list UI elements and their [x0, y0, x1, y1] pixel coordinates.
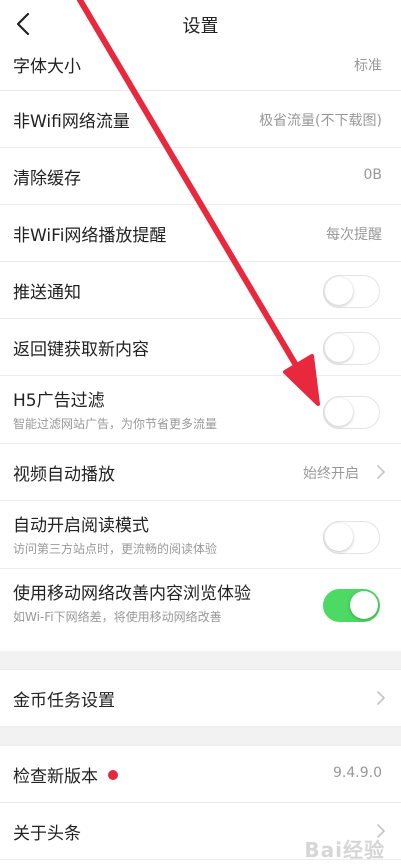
setting-label: 非WiFi网络播放提醒 — [13, 226, 167, 246]
setting-label: 检查新版本 — [13, 762, 118, 787]
section-divider — [0, 727, 401, 746]
new-version-badge — [108, 770, 118, 780]
nav-bar: 设置 — [0, 0, 401, 48]
setting-label: 推送通知 — [13, 283, 81, 303]
toggle-knob — [350, 591, 378, 619]
chevron-right-icon — [377, 691, 385, 705]
setting-non-wifi-traffic[interactable]: 非Wifi网络流量 极省流量(不下载图) — [0, 91, 401, 148]
setting-value: 每次提醒 — [326, 227, 382, 243]
setting-value: 极省流量(不下载图) — [259, 113, 382, 129]
setting-value: 0B — [363, 167, 382, 183]
setting-font-size[interactable]: 字体大小 标准 — [0, 48, 401, 91]
setting-h5-ad-filter: H5广告过滤 智能过滤网站广告，为你节省更多流量 — [0, 376, 401, 444]
back-key-refresh-toggle[interactable] — [323, 332, 380, 365]
setting-check-update[interactable]: 检查新版本 9.4.9.0 — [0, 746, 401, 803]
setting-back-key-refresh: 返回键获取新内容 — [0, 319, 401, 376]
setting-video-autoplay[interactable]: 视频自动播放 始终开启 — [0, 444, 401, 501]
toggle-knob — [325, 277, 353, 305]
setting-label: 金币任务设置 — [13, 691, 115, 711]
setting-description: 如Wi-Fi下网络差，将使用移动网络改善 — [13, 610, 222, 624]
setting-non-wifi-play-reminder[interactable]: 非WiFi网络播放提醒 每次提醒 — [0, 205, 401, 262]
setting-coin-tasks[interactable]: 金币任务设置 — [0, 670, 401, 727]
setting-label: 非Wifi网络流量 — [13, 112, 130, 132]
setting-clear-cache[interactable]: 清除缓存 0B — [0, 148, 401, 205]
setting-label: 清除缓存 — [13, 169, 81, 189]
version-value: 9.4.9.0 — [333, 765, 382, 781]
check-update-label: 检查新版本 — [13, 767, 98, 787]
chevron-right-icon — [377, 465, 385, 479]
watermark-logo: Bai经验 — [304, 838, 385, 862]
setting-value: 标准 — [354, 58, 382, 74]
setting-label: 关于头条 — [13, 824, 81, 844]
toggle-knob — [325, 523, 353, 551]
setting-description: 智能过滤网站广告，为你节省更多流量 — [13, 417, 218, 431]
mobile-network-boost-toggle[interactable] — [323, 589, 380, 622]
setting-mobile-network-boost: 使用移动网络改善内容浏览体验 如Wi-Fi下网络差，将使用移动网络改善 — [0, 569, 401, 651]
setting-label: 字体大小 — [13, 57, 81, 77]
setting-push-notification: 推送通知 — [0, 262, 401, 319]
setting-label: 使用移动网络改善内容浏览体验 — [13, 584, 251, 604]
setting-label: 返回键获取新内容 — [13, 340, 149, 360]
setting-auto-reading-mode: 自动开启阅读模式 访问第三方站点时，更流畅的阅读体验 — [0, 501, 401, 569]
setting-value: 始终开启 — [303, 466, 359, 482]
toggle-knob — [325, 398, 353, 426]
page-title: 设置 — [182, 16, 219, 37]
setting-description: 访问第三方站点时，更流畅的阅读体验 — [13, 542, 218, 556]
setting-label: 自动开启阅读模式 — [13, 516, 149, 536]
push-notification-toggle[interactable] — [323, 275, 380, 308]
h5-ad-filter-toggle[interactable] — [323, 396, 380, 429]
setting-label: H5广告过滤 — [13, 391, 105, 411]
section-divider — [0, 651, 401, 670]
settings-list: 字体大小 标准 非Wifi网络流量 极省流量(不下载图) 清除缓存 0B 非Wi… — [0, 48, 401, 860]
auto-reading-mode-toggle[interactable] — [323, 521, 380, 554]
toggle-knob — [325, 334, 353, 362]
setting-label: 视频自动播放 — [13, 465, 115, 485]
